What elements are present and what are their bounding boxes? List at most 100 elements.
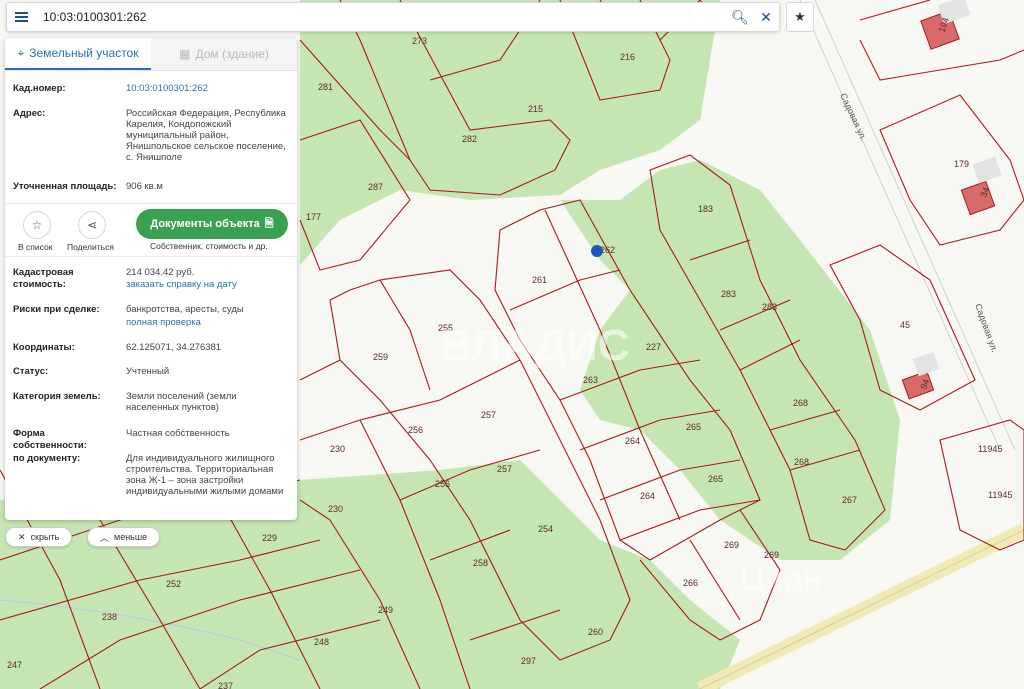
- panel-tabs: ⌖ Земельный участок ▦ Дом (здание): [5, 38, 297, 71]
- plot-number-label: 230: [328, 504, 343, 514]
- plot-number-label: 257: [481, 410, 496, 420]
- favorite-button[interactable]: ★: [786, 2, 814, 32]
- search-input[interactable]: [35, 4, 727, 30]
- plot-number-label: 281: [318, 82, 333, 92]
- documents-subtitle: Собственник, стоимость и др.: [150, 241, 268, 251]
- plot-number-label: 269: [764, 550, 779, 560]
- status-label: Статус:: [13, 366, 49, 377]
- plot-number-label: 216: [620, 52, 635, 62]
- add-to-list-button[interactable]: ☆: [23, 211, 51, 239]
- plot-number-label: 252: [166, 579, 181, 589]
- search-button[interactable]: 🔍︎: [727, 4, 753, 30]
- object-documents-button[interactable]: Документы объекта 🗎: [136, 209, 288, 239]
- plot-number-label: 11945: [978, 444, 1002, 454]
- plot-number-label: 238: [102, 612, 117, 622]
- plot-number-label: 237: [218, 681, 233, 689]
- hide-panel-button[interactable]: ✕ скрыть: [5, 527, 73, 547]
- location-pin-icon: ⌖: [17, 45, 25, 60]
- plot-number-label: 256: [435, 479, 450, 489]
- plot-number-label: 297: [521, 656, 536, 666]
- plot-number-label: 230: [330, 444, 345, 454]
- area-value: 906 кв.м: [126, 181, 163, 192]
- plot-number-label: 248: [314, 637, 329, 647]
- plot-number-label: 260: [588, 627, 603, 637]
- hide-label: скрыть: [30, 532, 60, 542]
- share-label: Поделиться: [67, 242, 114, 252]
- cadastral-number-value[interactable]: 10:03:0100301:262: [126, 83, 291, 94]
- coordinates-label: Координаты:: [13, 342, 75, 353]
- clear-search-button[interactable]: ✕: [753, 4, 779, 30]
- plot-number-label: 183: [698, 204, 713, 214]
- share-icon: ⋖: [86, 218, 98, 232]
- plot-number-label: 45: [900, 320, 910, 330]
- watermark-cian: Циан: [740, 560, 822, 598]
- plot-number-label: 283: [762, 302, 777, 312]
- plot-number-label: 227: [646, 342, 661, 352]
- tab-label: Дом (здание): [195, 47, 269, 61]
- tab-building[interactable]: ▦ Дом (здание): [151, 38, 297, 70]
- location-marker[interactable]: [591, 245, 603, 257]
- plot-number-label: 177: [306, 212, 321, 222]
- plot-number-label: 273: [412, 36, 427, 46]
- plot-number-label: 264: [625, 436, 640, 446]
- plot-number-label: 265: [686, 422, 701, 432]
- plot-number-label: 11945: [988, 490, 1012, 500]
- address-label: Адрес:: [13, 108, 46, 119]
- plot-number-label: 215: [528, 104, 543, 114]
- panel-actions: ☆ В список ⋖ Поделиться Документы объект…: [5, 203, 297, 257]
- less-label: меньше: [114, 532, 148, 542]
- close-icon: ✕: [760, 8, 772, 25]
- document-use-value: Для индивидуального жилищного строительс…: [126, 453, 284, 497]
- plot-number-label: 264: [640, 491, 655, 501]
- menu-button[interactable]: [7, 3, 35, 31]
- land-category-value: Земли поселений (земли населенных пункто…: [126, 391, 237, 413]
- share-button[interactable]: ⋖: [78, 211, 106, 239]
- documents-button-label: Документы объекта: [150, 218, 260, 230]
- plot-number-label: 179: [954, 159, 969, 169]
- cadastral-value: 214 034.42 руб.: [126, 267, 195, 278]
- land-category-label: Категория земель:: [13, 391, 101, 402]
- chevron-up-icon: ︿: [100, 532, 110, 543]
- full-check-link[interactable]: полная проверка: [126, 317, 291, 328]
- plot-number-label: 249: [378, 605, 393, 615]
- plot-number-label: 268: [793, 398, 808, 408]
- order-certificate-link[interactable]: заказать справку на дату: [126, 279, 291, 290]
- ownership-label: Форма собственности:: [13, 428, 87, 451]
- cadastral-value-label: Кадастровая стоимость:: [13, 267, 74, 290]
- watermark-vladis: ВЛАДИС: [440, 321, 630, 370]
- cadastral-number-label: Кад.номер:: [13, 83, 66, 94]
- hamburger-icon: [14, 10, 28, 24]
- area-label: Уточненная площадь:: [13, 181, 117, 192]
- risks-label: Риски при сделке:: [13, 304, 100, 315]
- plot-number-label: 268: [794, 457, 809, 467]
- tab-land-plot[interactable]: ⌖ Земельный участок: [5, 38, 151, 70]
- document-icon: 🗎: [264, 217, 274, 230]
- close-icon: ✕: [18, 531, 26, 542]
- plot-number-label: 257: [497, 464, 512, 474]
- building-icon: ▦: [179, 47, 191, 61]
- plot-number-label: 259: [373, 352, 388, 362]
- risks-value: банкротства, аресты, суды: [126, 304, 244, 315]
- star-outline-icon: ☆: [31, 218, 43, 232]
- address-value: Российская Федерация, Республика Карелия…: [126, 108, 286, 163]
- plot-number-label: 254: [538, 524, 553, 534]
- plot-number-label: 282: [462, 134, 477, 144]
- show-less-button[interactable]: ︿ меньше: [87, 527, 161, 547]
- document-use-label: по документу:: [13, 453, 81, 464]
- plot-number-label: 283: [721, 289, 736, 299]
- plot-number-label: 229: [262, 533, 277, 543]
- ownership-value: Частная собственность: [126, 428, 230, 439]
- search-icon: 🔍︎: [731, 8, 749, 25]
- search-bar: 🔍︎ ✕: [6, 2, 780, 32]
- plot-number-label: 269: [724, 540, 739, 550]
- plot-number-label: 266: [683, 578, 698, 588]
- plot-number-label: 256: [408, 425, 423, 435]
- star-icon: ★: [794, 9, 806, 24]
- object-info-panel: ⌖ Земельный участок ▦ Дом (здание) Кад.н…: [5, 38, 297, 520]
- add-to-list-label: В список: [18, 242, 53, 252]
- plot-number-label: 267: [842, 495, 857, 505]
- plot-number-label: 247: [7, 660, 22, 670]
- status-value: Учтенный: [126, 366, 170, 377]
- plot-number-label: 258: [473, 558, 488, 568]
- tab-label: Земельный участок: [29, 46, 139, 60]
